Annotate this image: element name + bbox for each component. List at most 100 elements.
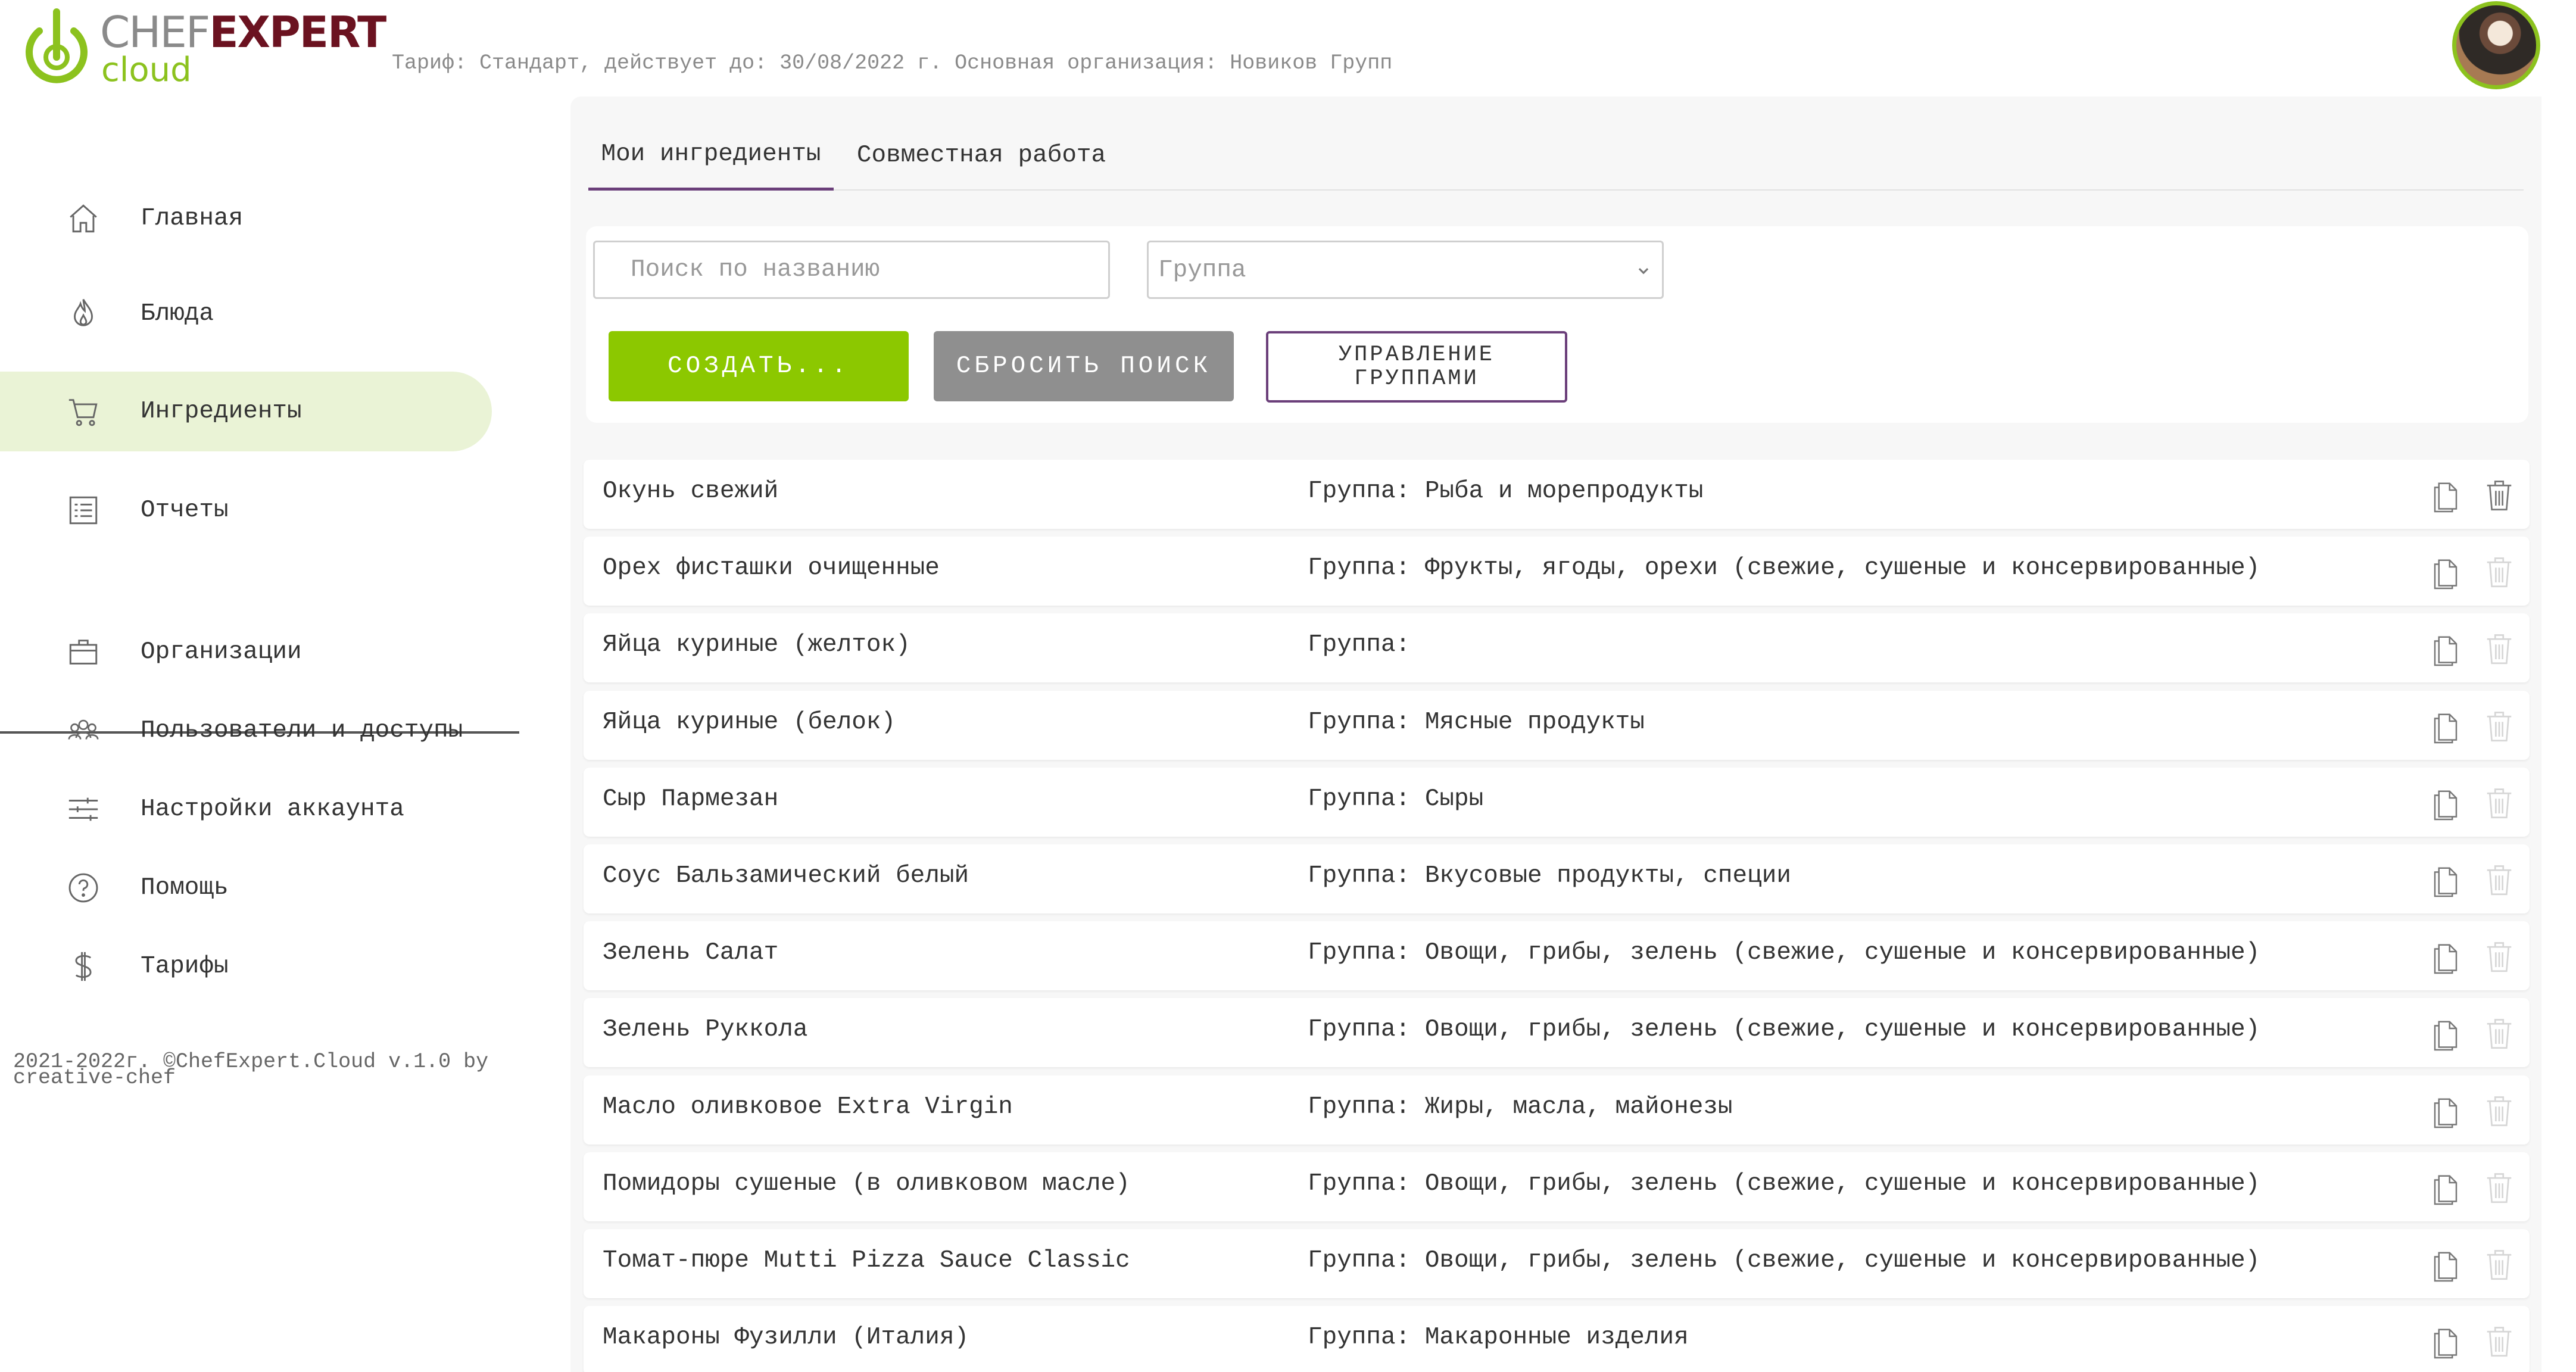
sidebar-item-label: Пользователи и доступы (141, 717, 463, 744)
sidebar-item-tariffs[interactable]: Тарифы (0, 927, 492, 1006)
copy-icon[interactable] (2430, 1093, 2462, 1129)
ingredient-name: Масло оливковое Extra Virgin (603, 1093, 1013, 1121)
sidebar-item-label: Блюда (141, 300, 214, 328)
ingredient-row[interactable]: Сыр Пармезан Группа: Сыры (584, 767, 2530, 837)
ingredient-row[interactable]: Яйца куриные (желток) Группа: (584, 613, 2530, 683)
ingredient-row[interactable]: Орех фисташки очищенные Группа: Фрукты, … (584, 537, 2530, 606)
ingredient-row[interactable]: Томат-пюре Mutti Pizza Sauce Classic Гру… (584, 1229, 2530, 1298)
ingredient-row[interactable]: Зелень Салат Группа: Овощи, грибы, зелен… (584, 921, 2530, 991)
logo[interactable]: CHEFEXPERT cloud (21, 6, 386, 89)
sidebar-item-label: Ингредиенты (141, 398, 302, 425)
avatar[interactable] (2452, 1, 2540, 89)
tariff-info: Тариф: Стандарт, действует до: 30/08/202… (392, 51, 1393, 75)
sidebar-item-label: Тарифы (141, 953, 229, 980)
sidebar-item-home[interactable]: Главная (0, 179, 492, 258)
ingredient-row[interactable]: Соус Бальзамический белый Группа: Вкусов… (584, 844, 2530, 913)
users-icon (66, 713, 101, 749)
ingredient-group: Группа: Сыры (1308, 785, 1484, 813)
ingredient-name: Сыр Пармезан (603, 785, 779, 813)
ingredient-name: Зелень Салат (603, 939, 779, 967)
create-button[interactable]: СОЗДАТЬ... (609, 331, 909, 401)
logo-wordmark: CHEFEXPERT (100, 7, 386, 57)
filter-card: Группа СОЗДАТЬ... СБРОСИТЬ ПОИСК УПРАВЛЕ… (586, 226, 2528, 423)
copy-icon[interactable] (2430, 631, 2462, 667)
ingredient-group: Группа: Макаронные изделия (1308, 1324, 1689, 1352)
reset-search-button[interactable]: СБРОСИТЬ ПОИСК (934, 331, 1234, 401)
group-select-value: Группа (1158, 257, 1246, 284)
ingredient-name: Зелень Руккола (603, 1016, 808, 1044)
help-icon (66, 870, 101, 906)
ingredient-name: Яйца куриные (белок) (603, 708, 896, 736)
ingredient-name: Яйца куриные (желток) (603, 631, 910, 659)
ingredient-group: Группа: Жиры, масла, майонезы (1308, 1093, 1733, 1121)
copy-icon[interactable] (2430, 1247, 2462, 1283)
copy-icon[interactable] (2430, 862, 2462, 898)
delete-icon[interactable] (2483, 1323, 2515, 1359)
delete-icon[interactable] (2483, 861, 2515, 898)
chevron-down-icon (1633, 260, 1654, 283)
copy-icon[interactable] (2430, 709, 2462, 744)
logo-cloud-text: cloud (101, 51, 192, 89)
sidebar-item-organizations[interactable]: Организации (0, 612, 492, 692)
ingredient-row[interactable]: Яйца куриные (белок) Группа: Мясные прод… (584, 690, 2530, 760)
power-logo-icon (26, 8, 88, 83)
briefcase-icon (66, 634, 101, 670)
dollar-icon (66, 949, 101, 984)
sidebar-item-reports[interactable]: Отчеты (0, 470, 492, 550)
ingredient-group: Группа: Овощи, грибы, зелень (свежие, су… (1308, 1170, 2260, 1198)
sidebar-item-label: Помощь (141, 874, 229, 902)
sidebar-item-ingredients[interactable]: Ингредиенты (0, 372, 492, 451)
manage-groups-button[interactable]: УПРАВЛЕНИЕ ГРУППАМИ (1266, 331, 1567, 403)
sidebar-item-users[interactable]: Пользователи и доступы (0, 691, 492, 771)
ingredient-group: Группа: Овощи, грибы, зелень (свежие, су… (1308, 939, 2260, 967)
flame-icon (66, 296, 101, 332)
copy-icon[interactable] (2430, 554, 2462, 590)
sidebar-item-label: Отчеты (141, 497, 229, 524)
copy-icon[interactable] (2430, 1324, 2462, 1359)
group-select[interactable]: Группа (1147, 241, 1664, 299)
delete-icon[interactable] (2483, 1246, 2515, 1283)
search-input[interactable] (593, 241, 1110, 299)
delete-icon[interactable] (2483, 784, 2515, 821)
main-panel: Мои ингредиенты Совместная работа Группа… (570, 96, 2541, 1372)
delete-icon[interactable] (2483, 630, 2515, 667)
ingredient-group: Группа: Мясные продукты (1308, 708, 1645, 736)
ingredient-group: Группа: (1308, 631, 1411, 659)
sidebar-item-help[interactable]: Помощь (0, 848, 492, 928)
ingredient-name: Окунь свежий (603, 478, 779, 505)
copy-icon[interactable] (2430, 785, 2462, 821)
sliders-icon (66, 791, 101, 827)
delete-icon[interactable] (2483, 1092, 2515, 1129)
tab-collaboration[interactable]: Совместная работа (844, 120, 1118, 191)
delete-icon[interactable] (2483, 553, 2515, 590)
ingredient-name: Томат-пюре Mutti Pizza Sauce Classic (603, 1247, 1130, 1274)
tab-my-ingredients[interactable]: Мои ингредиенты (588, 120, 834, 191)
ingredient-name: Орех фисташки очищенные (603, 554, 940, 582)
copy-icon[interactable] (2430, 1016, 2462, 1052)
cart-icon (66, 394, 101, 429)
ingredient-name: Соус Бальзамический белый (603, 862, 969, 890)
ingredient-group: Группа: Овощи, грибы, зелень (свежие, су… (1308, 1247, 2260, 1274)
delete-icon[interactable] (2483, 1169, 2515, 1206)
ingredient-name: Макароны Фузилли (Италия) (603, 1324, 969, 1352)
sidebar-item-dishes[interactable]: Блюда (0, 274, 492, 354)
ingredient-group: Группа: Вкусовые продукты, специи (1308, 862, 1791, 890)
sidebar-item-label: Организации (141, 638, 302, 666)
delete-icon[interactable] (2483, 476, 2515, 513)
sidebar-item-label: Главная (141, 205, 244, 232)
ingredient-row[interactable]: Макароны Фузилли (Италия) Группа: Макаро… (584, 1306, 2530, 1372)
sidebar-item-settings[interactable]: Настройки аккаунта (0, 769, 492, 849)
ingredient-group: Группа: Фрукты, ягоды, орехи (свежие, су… (1308, 554, 2260, 582)
delete-icon[interactable] (2483, 1015, 2515, 1052)
delete-icon[interactable] (2483, 938, 2515, 975)
copyright-footer: 2021-2022г. ©ChefExpert.Cloud v.1.0 by c… (13, 1050, 489, 1090)
ingredient-row[interactable]: Зелень Руккола Группа: Овощи, грибы, зел… (584, 998, 2530, 1068)
ingredient-row[interactable]: Окунь свежий Группа: Рыба и морепродукты (584, 460, 2530, 529)
copy-icon[interactable] (2430, 1170, 2462, 1206)
copy-icon[interactable] (2430, 939, 2462, 975)
ingredient-row[interactable]: Помидоры сушеные (в оливковом масле) Гру… (584, 1152, 2530, 1221)
delete-icon[interactable] (2483, 707, 2515, 744)
home-icon (66, 201, 101, 236)
copy-icon[interactable] (2430, 478, 2462, 513)
ingredient-row[interactable]: Масло оливковое Extra Virgin Группа: Жир… (584, 1075, 2530, 1145)
